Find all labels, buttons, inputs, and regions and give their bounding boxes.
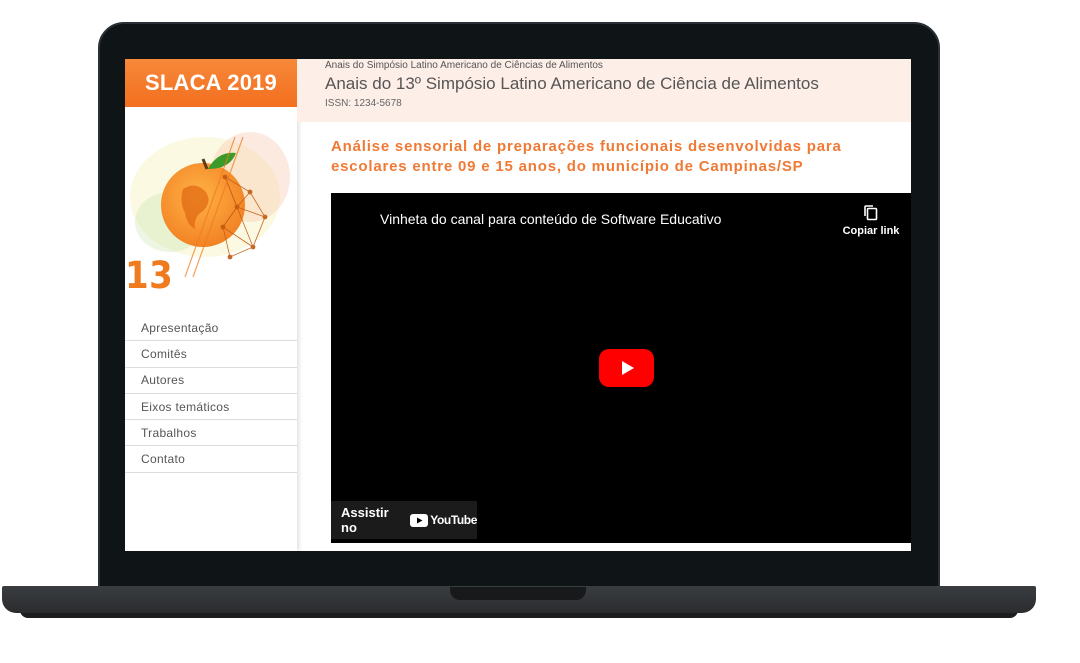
video-title[interactable]: Vinheta do canal para conteúdo de Softwa… [380, 211, 721, 227]
issn-label: ISSN: 1234-5678 [325, 98, 402, 109]
page-header: Anais do Simpósio Latino Americano de Ci… [297, 59, 911, 122]
sidebar-item-contato[interactable]: Contato [125, 446, 297, 473]
sidebar-item-comites[interactable]: Comitês [125, 341, 297, 368]
play-icon [621, 361, 634, 375]
sidebar-item-apresentacao[interactable]: Apresentação [125, 315, 297, 342]
logo-text: 13 SLACA [125, 254, 251, 302]
copy-icon [864, 205, 878, 221]
copy-link-label: Copiar link [842, 225, 900, 237]
video-player[interactable]: Vinheta do canal para conteúdo de Softwa… [331, 193, 911, 543]
sidebar-item-autores[interactable]: Autores [125, 368, 297, 394]
event-logo: 13 SLACA [125, 107, 297, 302]
watch-on-label: Assistir no [341, 505, 389, 535]
laptop-notch [450, 587, 586, 600]
sidebar-nav: Apresentação Comitês Autores Eixos temát… [125, 315, 297, 473]
screen: SLACA 2019 13 Apresentação Comitês Autor… [125, 59, 911, 551]
watch-on-youtube-button[interactable]: Assistir no YouTube [331, 501, 477, 539]
sidebar-item-trabalhos[interactable]: Trabalhos [125, 420, 297, 447]
brand-bar[interactable]: SLACA 2019 [125, 59, 297, 107]
brand-title: SLACA 2019 [144, 70, 277, 95]
header-subtitle: Anais do Simpósio Latino Americano de Ci… [325, 60, 603, 71]
page-title: Anais do 13º Simpósio Latino Americano d… [325, 74, 819, 93]
sidebar-item-eixos-tematicos[interactable]: Eixos temáticos [125, 394, 297, 421]
sidebar: SLACA 2019 13 Apresentação Comitês Autor… [125, 59, 297, 551]
youtube-wordmark: YouTube [430, 513, 477, 527]
copy-link-button[interactable]: Copiar link [839, 205, 903, 237]
play-button[interactable] [599, 349, 654, 387]
article-title: Análise sensorial de preparações funcion… [331, 138, 842, 175]
youtube-logo-icon: YouTube [410, 513, 477, 527]
